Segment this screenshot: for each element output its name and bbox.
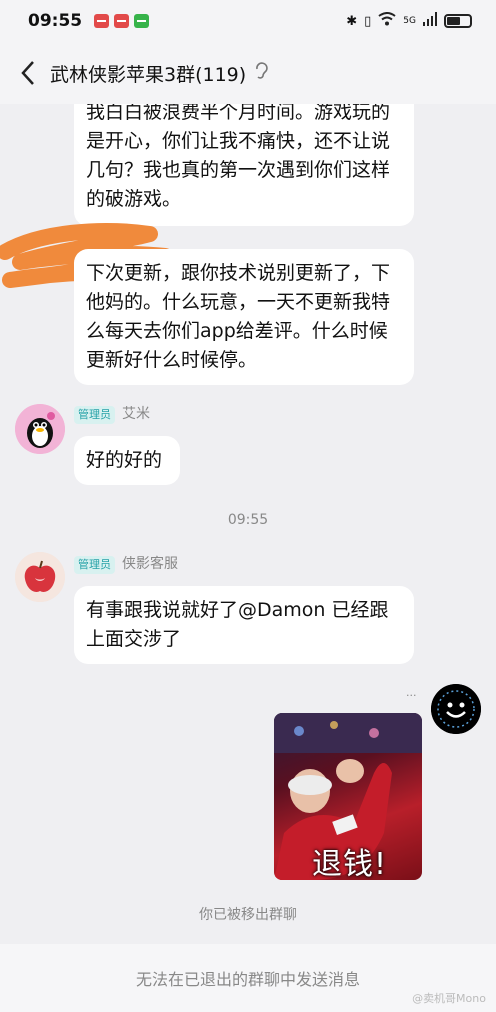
phone-green-icon [134, 14, 150, 28]
status-time: 09:55 [28, 11, 83, 31]
smiley-avatar-icon [431, 684, 481, 734]
chat-area[interactable]: 我白白被浪费半个月时间。游戏玩的是开心，你们让我不痛快，还不让说几句？我也真的第… [0, 104, 496, 944]
avatar[interactable] [15, 404, 65, 454]
ear-icon[interactable] [254, 62, 268, 84]
chat-header: 武林侠影苹果3群(119) [0, 42, 496, 104]
message-text: 有事跟我说就好了@Damon 已经跟上面交涉了 [86, 599, 389, 650]
sender-name[interactable]: 艾米 [122, 405, 150, 423]
system-message: 你已被移出群聊 [199, 907, 297, 923]
time-stamp: 09:55 [227, 512, 269, 528]
apple-avatar-icon [15, 552, 65, 602]
watermark: @卖机哥Mono [412, 992, 486, 1005]
sticker-image[interactable]: 退钱! [274, 713, 422, 880]
message-red-icon [94, 14, 110, 28]
vibrate-icon: ▯ [364, 13, 372, 29]
battery-icon [444, 14, 472, 28]
message-text: 我白白被浪费半个月时间。游戏玩的是开心，你们让我不痛快，还不让说几句？我也真的第… [86, 104, 391, 210]
message-red-icon [114, 14, 130, 28]
disabled-input-notice: 无法在已退出的群聊中发送消息 [135, 970, 360, 989]
message-text: 好的好的 [86, 449, 163, 471]
avatar[interactable] [15, 552, 65, 602]
signal-icon [423, 12, 437, 30]
status-icons: ✱ ▯ 5G [346, 12, 472, 30]
message-bubble[interactable]: 有事跟我说就好了@Damon 已经跟上面交涉了 [74, 586, 414, 664]
message-bubble[interactable]: 我白白被浪费半个月时间。游戏玩的是开心，你们让我不痛快，还不让说几句？我也真的第… [74, 104, 414, 226]
message-text: 下次更新，跟你技术说别更新了，下他妈的。什么玩意，一天不更新我特么每天去你们ap… [86, 262, 391, 371]
battery-fill [447, 17, 461, 25]
status-bar: 09:55 ✱ ▯ 5G [0, 0, 496, 42]
network-label: 5G [403, 16, 416, 26]
admin-badge: 管理员 [74, 406, 115, 424]
sticker-caption: 退钱! [312, 847, 388, 880]
penguin-avatar-icon [15, 404, 65, 454]
message-bubble[interactable]: 好的好的 [74, 436, 180, 485]
wifi-icon [378, 12, 396, 30]
message-bubble[interactable]: 下次更新，跟你技术说别更新了，下他妈的。什么玩意，一天不更新我特么每天去你们ap… [74, 249, 414, 385]
group-title[interactable]: 武林侠影苹果3群(119) [50, 60, 246, 87]
sender-name: ... [406, 686, 417, 699]
chevron-left-icon [21, 61, 34, 85]
bluetooth-icon: ✱ [346, 13, 358, 29]
back-button[interactable] [14, 53, 42, 93]
avatar[interactable] [431, 684, 481, 734]
admin-badge: 管理员 [74, 556, 115, 574]
sender-name[interactable]: 侠影客服 [122, 555, 178, 573]
input-disabled-bar: 无法在已退出的群聊中发送消息 @卖机哥Mono [0, 944, 496, 1012]
